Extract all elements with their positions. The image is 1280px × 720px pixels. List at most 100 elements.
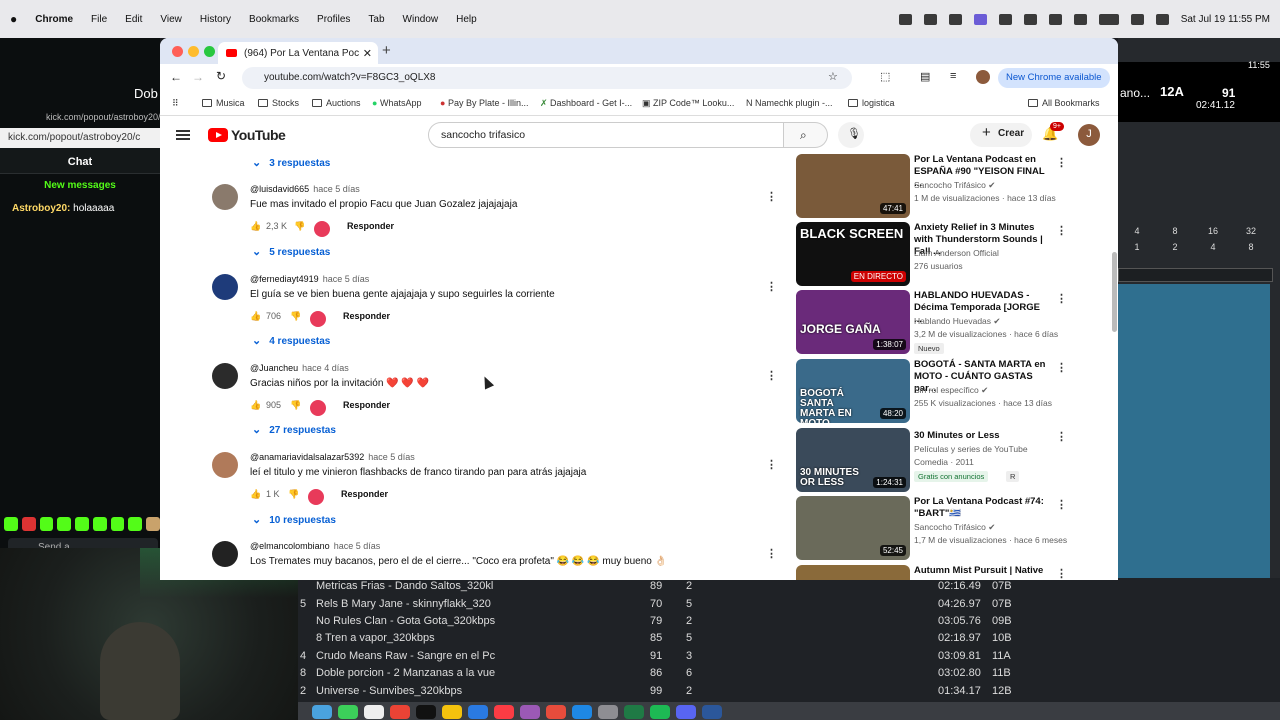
video-menu-icon[interactable]: ⋮ — [1056, 224, 1067, 237]
dock-app-icon[interactable] — [312, 705, 332, 719]
related-video-item[interactable]: BLACK SCREEN EN DIRECTO Anxiety Relief i… — [796, 222, 1116, 288]
dock-app-icon[interactable] — [650, 705, 670, 719]
apps-grid-icon[interactable]: ⠿ — [172, 98, 179, 109]
video-title[interactable]: Por La Ventana Podcast #74: "BART"🇺🇾 — [914, 496, 1048, 520]
track-row[interactable]: 2 Universe - Sunvibes_320kbps 99 2 01:34… — [298, 683, 1280, 700]
dock-app-icon[interactable] — [546, 705, 566, 719]
kick-message-user[interactable]: Astroboy20: — [12, 203, 70, 214]
side-panel-icon[interactable]: ▤ — [920, 70, 930, 83]
menu-icon[interactable] — [176, 130, 190, 140]
video-thumbnail[interactable]: 52:45 — [796, 496, 910, 560]
track-row[interactable]: Metricas Frias - Dando Saltos_320kl 89 2… — [298, 578, 1280, 595]
status-icon[interactable] — [898, 13, 912, 25]
comment-menu-icon[interactable]: ⋮ — [766, 190, 777, 203]
replies-toggle[interactable]: 10 respuestas — [252, 513, 336, 526]
dock-app-icon[interactable] — [416, 705, 436, 719]
dislike-icon[interactable]: 👎 — [290, 311, 301, 322]
zoom-window-button[interactable] — [204, 46, 215, 57]
dock-app-icon[interactable] — [338, 705, 358, 719]
emote-icon[interactable] — [4, 517, 18, 531]
track-row[interactable]: 8 Doble porcion - 2 Manzanas a la vue 86… — [298, 665, 1280, 682]
dislike-icon[interactable]: 👎 — [288, 489, 299, 500]
video-channel[interactable]: Sin rol específico ✔ — [914, 385, 988, 396]
comment-time[interactable]: hace 5 días — [323, 274, 370, 284]
status-icon[interactable] — [1048, 13, 1062, 25]
dock-app-icon[interactable] — [702, 705, 722, 719]
comment-menu-icon[interactable]: ⋮ — [766, 369, 777, 382]
track-row[interactable]: 4 Crudo Means Raw - Sangre en el Pc 91 3… — [298, 648, 1280, 665]
loop-button[interactable]: 8 — [1232, 240, 1270, 256]
loop-button[interactable]: 1 — [1118, 240, 1156, 256]
minimize-window-button[interactable] — [188, 46, 199, 57]
status-icon[interactable] — [1023, 13, 1037, 25]
related-video-item[interactable]: 47:41 Por La Ventana Podcast en ESPAÑA #… — [796, 154, 1116, 220]
new-tab-button[interactable]: + — [382, 42, 391, 59]
emote-icon[interactable] — [21, 517, 36, 531]
loop-button[interactable]: 32 — [1232, 224, 1270, 240]
tab-close-icon[interactable]: ✕ — [363, 47, 372, 60]
scrollbar[interactable] — [1112, 252, 1117, 332]
video-thumbnail[interactable]: BLACK SCREEN EN DIRECTO — [796, 222, 910, 286]
dock-app-icon[interactable] — [494, 705, 514, 719]
comment-author[interactable]: @fernediayt4919 — [250, 274, 319, 284]
reload-icon[interactable]: ↻ — [216, 69, 226, 83]
media-icon[interactable]: ≡ — [950, 70, 956, 82]
bookmark-namechk[interactable]: N Namechk plugin -... — [746, 98, 833, 108]
related-video-item[interactable]: BOGOTÁ SANTA MARTA EN MOTO 48:20 BOGOTÁ … — [796, 359, 1116, 425]
commenter-avatar[interactable] — [212, 541, 238, 567]
video-menu-icon[interactable]: ⋮ — [1056, 567, 1067, 580]
video-thumbnail[interactable]: BOGOTÁ SANTA MARTA EN MOTO 48:20 — [796, 359, 910, 423]
commenter-avatar[interactable] — [212, 184, 238, 210]
video-channel[interactable]: Hablando Huevadas ✔ — [914, 316, 1001, 327]
menu-app-name[interactable]: Chrome — [35, 14, 73, 25]
dock-app-icon[interactable] — [390, 705, 410, 719]
replies-toggle[interactable]: 3 respuestas — [252, 156, 330, 169]
dock-app-icon[interactable] — [468, 705, 488, 719]
video-menu-icon[interactable]: ⋮ — [1056, 156, 1067, 169]
reply-button[interactable]: Responder — [341, 489, 388, 499]
video-thumbnail[interactable] — [796, 565, 910, 580]
video-channel[interactable]: Películas y series de YouTube — [914, 444, 1028, 454]
voice-search-button[interactable]: 🎙 — [838, 122, 864, 148]
comment-author[interactable]: @elmancolombiano — [250, 541, 330, 551]
comment-time[interactable]: hace 5 días — [368, 452, 415, 462]
video-title[interactable]: Autumn Mist Pursuit | Native — [914, 565, 1048, 577]
account-avatar[interactable]: J — [1078, 124, 1100, 146]
bookmark-star-icon[interactable]: ☆ — [828, 70, 838, 83]
dislike-icon[interactable]: 👎 — [290, 400, 301, 411]
comment-time[interactable]: hace 4 días — [302, 363, 349, 373]
dock-app-icon[interactable] — [442, 705, 462, 719]
dock-app-icon[interactable] — [598, 705, 618, 719]
forward-icon[interactable]: → — [192, 70, 204, 84]
like-icon[interactable]: 👍 — [250, 400, 261, 411]
bookmark-dashboard[interactable]: ✗ Dashboard - Get I-... — [540, 98, 632, 109]
menu-view[interactable]: View — [160, 14, 182, 25]
close-window-button[interactable] — [172, 46, 183, 57]
control-center-icon[interactable] — [1155, 13, 1169, 25]
search-input[interactable]: sancocho trifasico — [428, 122, 784, 148]
battery-icon[interactable] — [1098, 13, 1119, 25]
reply-button[interactable]: Responder — [343, 311, 390, 321]
menu-help[interactable]: Help — [456, 14, 477, 25]
dj-search-field[interactable] — [1118, 268, 1273, 282]
comment-menu-icon[interactable]: ⋮ — [766, 458, 777, 471]
create-button[interactable]: Crear — [970, 123, 1032, 147]
menu-profiles[interactable]: Profiles — [317, 14, 350, 25]
status-icon[interactable] — [923, 13, 937, 25]
menubar-clock[interactable]: Sat Jul 19 11:55 PM — [1181, 14, 1270, 25]
back-icon[interactable]: ← — [170, 70, 182, 84]
menu-edit[interactable]: Edit — [125, 14, 142, 25]
dislike-icon[interactable]: 👎 — [294, 221, 305, 232]
comment-time[interactable]: hace 5 días — [313, 184, 360, 194]
reply-button[interactable]: Responder — [343, 400, 390, 410]
menu-bookmarks[interactable]: Bookmarks — [249, 14, 299, 25]
menu-window[interactable]: Window — [403, 14, 439, 25]
comment-author[interactable]: @luisdavid665 — [250, 184, 309, 194]
video-thumbnail[interactable]: 47:41 — [796, 154, 910, 218]
emote-icon[interactable] — [57, 517, 72, 531]
dock-app-icon[interactable] — [520, 705, 540, 719]
status-icon[interactable] — [1073, 13, 1087, 25]
loop-button[interactable]: 4 — [1194, 240, 1232, 256]
reply-button[interactable]: Responder — [347, 221, 394, 231]
related-video-item[interactable]: 30 MINUTES OR LESS 1:24:31 30 Minutes or… — [796, 428, 1116, 494]
